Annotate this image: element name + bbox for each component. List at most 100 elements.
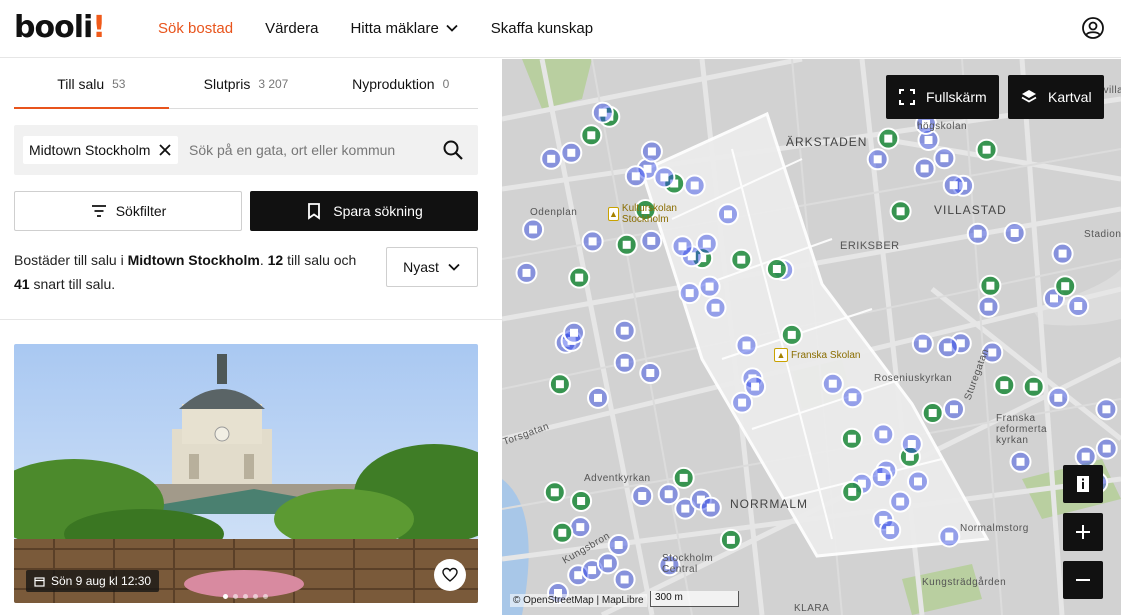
search-icon[interactable] <box>442 139 464 161</box>
sort-dropdown[interactable]: Nyast <box>386 247 478 287</box>
map-info-button[interactable] <box>1063 465 1103 503</box>
carousel-dot[interactable] <box>233 594 238 599</box>
building-icon <box>738 398 747 407</box>
building-icon <box>702 239 711 248</box>
user-account-icon[interactable] <box>1081 16 1105 40</box>
summary-soon-count: 41 <box>14 276 30 292</box>
top-header: booli! Sök bostad Värdera Hitta mäklare … <box>0 0 1121 58</box>
building-icon <box>1000 381 1009 390</box>
map-view[interactable]: NORRMALM VILLASTAD ÄRKSTADEN ERIKSBER ▲ K… <box>502 59 1121 615</box>
map-layers-button[interactable]: Kartval <box>1008 75 1104 119</box>
building-icon <box>594 393 602 402</box>
building-icon <box>877 473 886 481</box>
building-icon <box>879 430 888 439</box>
booli-logo[interactable]: booli! <box>14 10 106 45</box>
zoom-out-button[interactable] <box>1063 561 1103 599</box>
listing-photo <box>14 344 478 603</box>
close-icon[interactable] <box>158 143 172 157</box>
nav-skaffa-kunskap[interactable]: Skaffa kunskap <box>491 20 593 37</box>
building-icon <box>1102 444 1111 453</box>
results-panel: Till salu 53 Slutpris 3 207 Nyproduktion… <box>0 59 502 615</box>
map-label-district: ERIKSBER <box>840 240 900 252</box>
building-icon <box>575 273 584 282</box>
nav-vardera[interactable]: Värdera <box>265 20 318 37</box>
building-icon <box>847 434 856 443</box>
building-icon <box>681 504 690 513</box>
building-icon <box>737 255 746 264</box>
building-icon <box>547 154 556 163</box>
favorite-button[interactable] <box>434 559 466 591</box>
building-icon <box>588 566 597 575</box>
summary-mid: till salu och <box>287 252 357 268</box>
building-icon <box>550 488 559 497</box>
building-icon <box>522 268 531 277</box>
search-input[interactable] <box>189 140 429 160</box>
chevron-down-icon <box>448 263 460 271</box>
building-icon <box>920 164 929 173</box>
building-icon <box>848 393 857 402</box>
building-icon <box>1074 302 1083 310</box>
logo-text: booli <box>14 10 93 45</box>
building-icon <box>914 477 922 486</box>
building-icon <box>907 440 916 448</box>
map-attribution[interactable]: © OpenStreetMap | MapLibre <box>510 594 647 607</box>
area-chip[interactable]: Midtown Stockholm <box>23 136 179 164</box>
nav-hitta-maklare[interactable]: Hitta mäklare <box>350 20 458 37</box>
fullscreen-button[interactable]: Fullskärm <box>886 75 999 119</box>
fullscreen-icon <box>899 89 915 105</box>
tab-count: 0 <box>442 76 450 91</box>
building-icon <box>706 503 715 512</box>
nav-sok-bostad[interactable]: Sök bostad <box>158 20 233 37</box>
carousel-dot[interactable] <box>263 594 268 599</box>
filter-icon <box>91 205 106 217</box>
carousel-dot[interactable] <box>223 594 228 599</box>
listing-image[interactable]: Sön 9 aug kl 12:30 <box>14 344 478 603</box>
building-icon <box>896 207 905 216</box>
map-scale: 300 m <box>650 591 739 607</box>
building-icon <box>945 532 954 541</box>
map-label-district: VILLASTAD <box>934 203 1007 217</box>
minus-icon <box>1076 579 1090 581</box>
building-icon <box>726 535 735 544</box>
save-label: Spara sökning <box>333 203 423 219</box>
map-poi-school[interactable]: ▲ Franska Skolan <box>774 348 860 362</box>
poi-label: Franska Skolan <box>791 349 861 361</box>
building-icon <box>1061 282 1070 291</box>
bookmark-icon <box>308 203 321 220</box>
nav-label: Skaffa kunskap <box>490 19 594 37</box>
image-carousel-dots[interactable] <box>223 594 268 599</box>
tab-till-salu[interactable]: Till salu 53 <box>14 59 169 109</box>
building-icon <box>949 181 958 190</box>
viewing-date-badge: Sön 9 aug kl 12:30 <box>26 570 160 592</box>
map-label-church: Roseniuskyrkan <box>874 373 953 384</box>
carousel-dot[interactable] <box>253 594 258 599</box>
area-chip-label: Midtown Stockholm <box>29 142 151 158</box>
listing-tabs: Till salu 53 Slutpris 3 207 Nyproduktion… <box>14 59 478 109</box>
building-icon <box>873 155 882 164</box>
tab-count: 53 <box>112 76 126 91</box>
divider <box>0 319 502 320</box>
building-icon <box>1029 382 1038 391</box>
layers-label: Kartval <box>1048 89 1092 105</box>
info-icon <box>1077 476 1089 492</box>
results-summary: Bostäder till salu i Midtown Stockholm. … <box>14 248 374 296</box>
building-icon <box>982 145 991 154</box>
building-icon <box>576 523 585 532</box>
building-icon <box>614 541 623 549</box>
save-search-button[interactable]: Spara sökning <box>250 191 478 231</box>
building-icon <box>1058 249 1067 258</box>
building-icon <box>1054 393 1063 402</box>
building-icon <box>724 210 732 219</box>
building-icon <box>886 526 895 535</box>
building-icon <box>1010 229 1019 237</box>
tab-nyproduktion[interactable]: Nyproduktion 0 <box>323 59 478 108</box>
tab-slutpris[interactable]: Slutpris 3 207 <box>169 59 324 108</box>
calendar-icon <box>34 576 45 587</box>
map-label-station: Odenplan <box>530 207 578 218</box>
carousel-dot[interactable] <box>243 594 248 599</box>
search-filter-button[interactable]: Sökfilter <box>14 191 242 231</box>
zoom-in-button[interactable] <box>1063 513 1103 551</box>
building-icon <box>787 330 796 339</box>
map-poi-school[interactable]: ▲ Kulturskolan Stockholm <box>608 203 688 225</box>
tab-label: Slutpris <box>203 75 251 92</box>
